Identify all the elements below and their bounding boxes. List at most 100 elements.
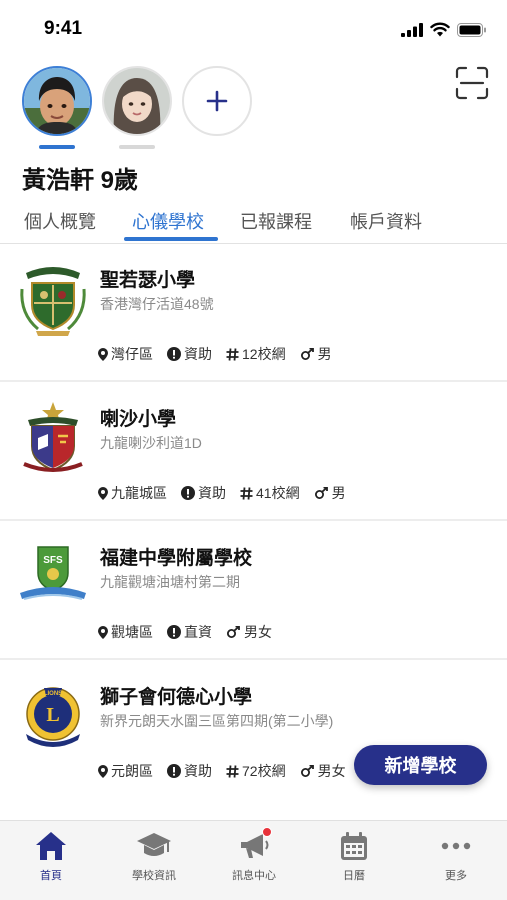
district-tag: 觀塘區 [98,622,153,642]
school-net-label: 72校網 [242,763,286,779]
school-crest-logo: LIONS L [26,687,80,747]
hashtag-icon [240,486,253,500]
school-name: 喇沙小學 [100,409,177,430]
school-address: 九龍觀塘油塘村第二期 [100,574,240,590]
exclamation-circle-icon [167,764,181,778]
nav-label: 更多 [445,870,467,882]
nav-message-center[interactable]: 訊息中心 [214,827,294,883]
school-meta: 灣仔區 資助 12校網 男 [98,344,332,364]
hashtag-icon [226,347,239,361]
district-label: 元朗區 [111,763,153,779]
school-meta: 九龍城區 資助 41校網 男 [98,483,346,503]
child-switcher [22,66,252,149]
exclamation-circle-icon [167,625,181,639]
district-tag: 九龍城區 [98,483,167,503]
status-icons [401,22,487,37]
school-meta: 觀塘區 直資 男女 [98,622,272,642]
gender-label: 男女 [244,624,272,640]
battery-icon [457,22,486,37]
school-card[interactable]: 喇沙小學 九龍喇沙利道1D 九龍城區 資助 41校網 男 [0,382,507,521]
add-school-button[interactable]: 新增學校 [354,745,487,785]
location-pin-icon [98,347,108,361]
logo-text: SFS [43,555,63,566]
funding-label: 資助 [184,346,212,362]
school-list: 聖若瑟小學 香港灣仔活道48號 灣仔區 資助 12校網 男 喇沙小學 九龍喇沙利… [0,243,507,799]
status-time: 9:41 [44,18,83,39]
status-bar: 9:41 [0,0,507,56]
school-net-label: 12校網 [242,346,286,362]
school-net-tag: 41校網 [240,483,300,503]
gender-icon [300,764,314,777]
plus-icon [206,90,228,112]
child-name: 黃浩軒 9歲 [22,167,139,194]
school-crest-logo [23,402,83,472]
school-card[interactable]: 聖若瑟小學 香港灣仔活道48號 灣仔區 資助 12校網 男 [0,243,507,382]
school-name: 聖若瑟小學 [100,270,196,291]
calendar-icon [341,832,367,860]
district-label: 九龍城區 [111,485,167,501]
nav-label: 日曆 [343,870,365,882]
hashtag-icon [226,764,239,778]
active-tab-underline [124,237,218,241]
nav-label: 首頁 [40,870,62,882]
funding-label: 資助 [184,763,212,779]
graduation-cap-icon [137,833,171,856]
school-net-tag: 12校網 [226,344,286,364]
district-label: 觀塘區 [111,624,153,640]
school-crest-logo: SFS [20,546,86,600]
child-avatar-1[interactable] [22,66,92,149]
location-pin-icon [98,625,108,639]
district-tag: 元朗區 [98,761,153,781]
more-dots-icon [441,842,471,850]
school-name: 獅子會何德心小學 [100,687,253,708]
nav-home[interactable]: 首頁 [11,829,91,883]
home-icon [36,832,66,860]
gender-tag: 男 [314,483,346,503]
inactive-child-indicator [119,145,155,149]
school-crest-logo [20,267,86,336]
gender-icon [314,486,328,499]
wifi-icon [430,22,450,37]
bottom-nav: 首頁 學校資訊 訊息中心 日曆 更多 [0,820,507,900]
nav-label: 學校資訊 [132,870,176,882]
scan-icon[interactable] [455,66,489,100]
school-net-tag: 72校網 [226,761,286,781]
funding-tag: 資助 [167,761,212,781]
tab-favourite-schools[interactable]: 心儀學校 [132,208,204,234]
exclamation-circle-icon [167,347,181,361]
gender-tag: 男女 [226,622,272,642]
district-tag: 灣仔區 [98,344,153,364]
school-address: 香港灣仔活道48號 [100,296,214,312]
gender-label: 男 [317,346,332,362]
nav-more[interactable]: 更多 [416,829,496,883]
gender-icon [300,347,314,360]
school-address: 新界元朗天水圍三區第四期(第二小學) [100,713,334,729]
exclamation-circle-icon [181,486,195,500]
logo-text: LIONS [44,691,62,697]
nav-school-info[interactable]: 學校資訊 [114,829,194,883]
nav-label: 訊息中心 [232,870,276,882]
nav-calendar[interactable]: 日曆 [314,829,394,883]
tab-overview[interactable]: 個人概覽 [24,208,96,234]
tab-account[interactable]: 帳戶資料 [350,208,422,234]
gender-tag: 男女 [300,761,346,781]
location-pin-icon [98,764,108,778]
funding-tag: 資助 [181,483,226,503]
district-label: 灣仔區 [111,346,153,362]
school-address: 九龍喇沙利道1D [100,435,202,451]
add-child-button[interactable] [182,66,252,136]
funding-tag: 直資 [167,622,212,642]
boy-avatar[interactable] [22,66,92,136]
tab-enrolled-courses[interactable]: 已報課程 [240,208,312,234]
school-meta: 元朗區 資助 72校網 男女 [98,761,346,781]
gender-label: 男女 [317,763,346,779]
signal-icon [401,22,423,37]
funding-label: 直資 [184,624,212,640]
gender-icon [227,625,240,638]
child-avatar-2[interactable] [102,66,172,149]
school-name: 福建中學附屬學校 [100,548,253,569]
funding-label: 資助 [198,485,226,501]
school-card[interactable]: SFS 福建中學附屬學校 九龍觀塘油塘村第二期 觀塘區 直資 男女 [0,521,507,660]
funding-tag: 資助 [167,344,212,364]
girl-avatar[interactable] [102,66,172,136]
